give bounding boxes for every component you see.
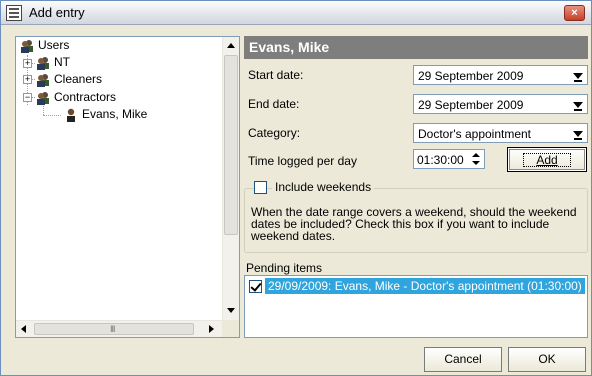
category-select[interactable]: Doctor's appointment [413, 123, 588, 143]
scroll-grip: III [110, 324, 115, 334]
users-group-icon [21, 40, 33, 53]
start-date-label: Start date: [248, 68, 304, 82]
time-logged-label: Time logged per day [248, 154, 357, 168]
end-date-label: End date: [248, 97, 300, 111]
tree-connector [43, 115, 61, 116]
close-button[interactable]: × [564, 5, 585, 21]
end-date-picker[interactable]: 29 September 2009 [413, 94, 588, 114]
category-label: Category: [248, 126, 301, 140]
add-entry-window: Add entry × Users + NT + Cleaners − Cont… [0, 0, 592, 376]
user-icon [67, 108, 75, 122]
user-tree[interactable]: Users + NT + Cleaners − Contractors Evan… [15, 36, 240, 338]
pending-item-checkbox[interactable] [249, 280, 262, 293]
spin-up-icon[interactable] [472, 153, 480, 157]
cancel-button[interactable]: Cancel [424, 347, 502, 372]
tree-item-contractors[interactable]: Contractors [54, 90, 116, 104]
chevron-down-icon[interactable] [570, 125, 586, 141]
chevron-down-icon[interactable] [570, 67, 586, 83]
pending-items-list[interactable]: 29/09/2009: Evans, Mike - Doctor's appoi… [244, 275, 588, 338]
add-button[interactable]: Add [507, 147, 587, 172]
category-value: Doctor's appointment [418, 127, 532, 141]
scroll-down-icon[interactable] [227, 308, 235, 313]
tree-horizontal-scrollbar[interactable]: III [16, 320, 222, 337]
start-date-picker[interactable]: 29 September 2009 [413, 65, 588, 85]
scroll-up-icon[interactable] [227, 43, 235, 48]
time-logged-input[interactable]: 01:30:00 [413, 149, 485, 169]
collapse-contractors-icon[interactable]: − [23, 93, 32, 102]
title-bar[interactable]: Add entry × [1, 1, 591, 25]
scroll-corner [222, 320, 239, 337]
nt-group-icon [37, 57, 49, 70]
scroll-thumb[interactable] [224, 55, 238, 235]
time-spinner[interactable] [470, 151, 482, 167]
start-date-value: 29 September 2009 [418, 69, 524, 83]
ok-button[interactable]: OK [508, 347, 586, 372]
tree-item-nt[interactable]: NT [54, 55, 70, 69]
time-logged-value: 01:30:00 [417, 153, 464, 167]
expand-nt-icon[interactable]: + [23, 59, 32, 68]
add-button-label: Add [523, 153, 571, 167]
tree-vertical-scrollbar[interactable] [222, 37, 239, 321]
window-title: Add entry [29, 5, 85, 20]
scroll-thumb[interactable]: III [34, 323, 194, 335]
pending-item-text[interactable]: 29/09/2009: Evans, Mike - Doctor's appoi… [265, 278, 585, 294]
end-date-value: 29 September 2009 [418, 98, 524, 112]
chevron-down-icon[interactable] [570, 96, 586, 112]
contractors-group-icon [37, 92, 49, 105]
include-weekends-checkbox[interactable] [254, 181, 267, 194]
include-weekends-description: When the date range covers a weekend, sh… [251, 205, 577, 243]
scroll-left-icon[interactable] [21, 325, 26, 333]
pending-items-label: Pending items [246, 261, 323, 275]
details-header: Evans, Mike [244, 36, 588, 59]
expand-cleaners-icon[interactable]: + [23, 75, 32, 84]
tree-item-cleaners[interactable]: Cleaners [54, 72, 102, 86]
spin-down-icon[interactable] [472, 161, 480, 165]
include-weekends-label[interactable]: Include weekends [272, 180, 375, 194]
tree-item-evans-mike[interactable]: Evans, Mike [82, 107, 148, 121]
tree-item-users[interactable]: Users [38, 38, 69, 52]
scroll-right-icon[interactable] [209, 325, 214, 333]
app-icon [6, 5, 22, 21]
cleaners-group-icon [37, 74, 49, 87]
